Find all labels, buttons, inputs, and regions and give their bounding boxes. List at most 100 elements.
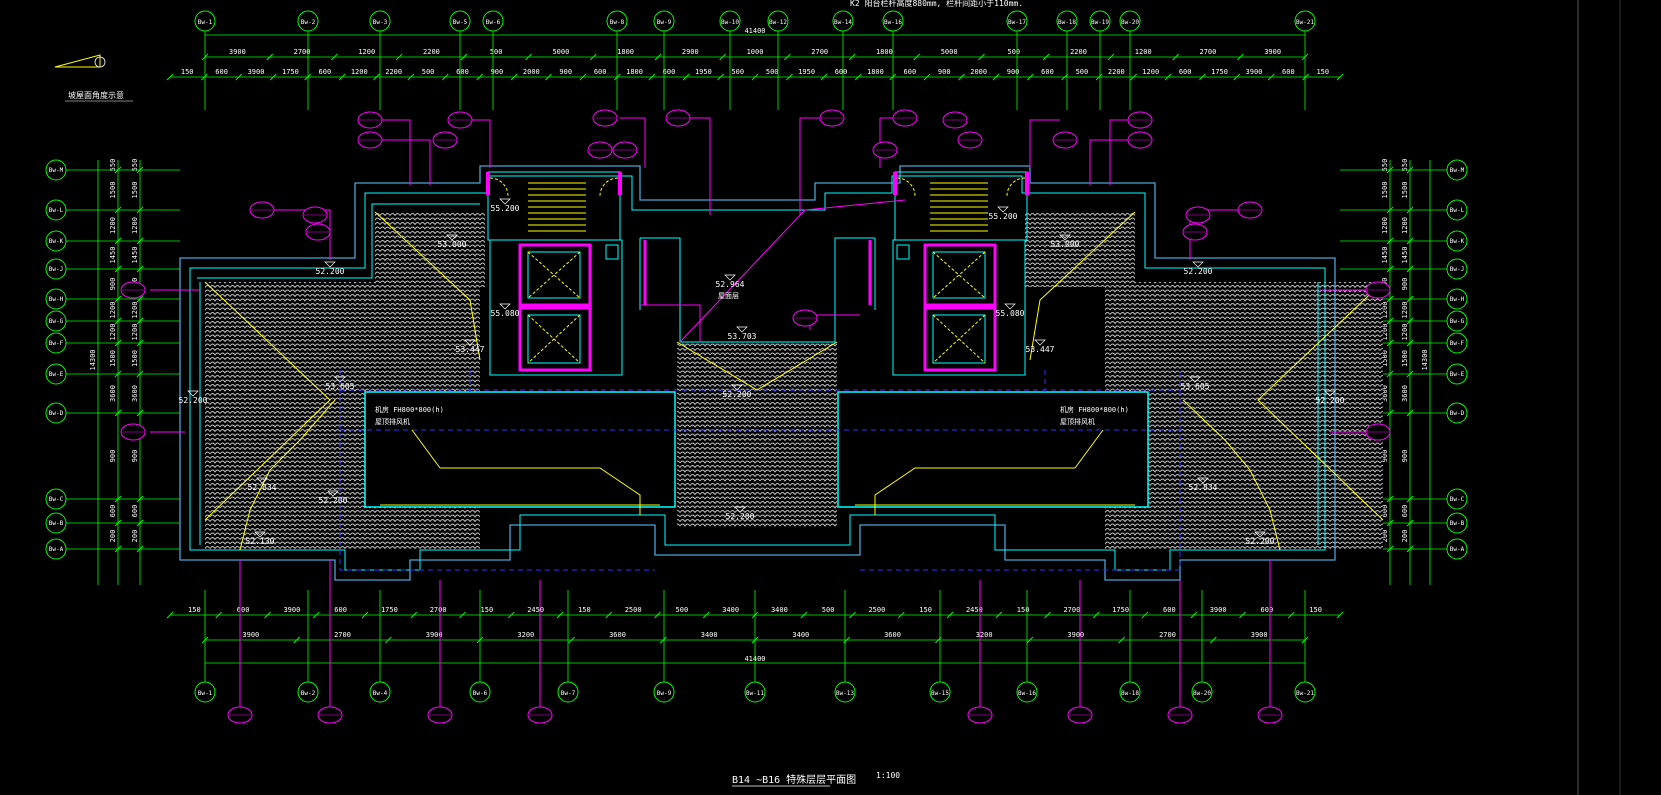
grid-label-bottom: Bw-16 xyxy=(1018,690,1036,697)
dim-bottom-2-text: 3900 xyxy=(1067,631,1084,639)
dim-left-1-text: 1200 xyxy=(109,324,117,341)
dim-top-2-text: 600 xyxy=(1179,68,1192,76)
dim-bottom-1-text: 600 xyxy=(334,606,347,614)
elevation-value: 53.447 xyxy=(456,345,485,354)
dim-left-1-text: 200 xyxy=(109,530,117,543)
elevation-value: 55.200 xyxy=(989,212,1018,221)
elevation-value: 52.200 xyxy=(723,390,752,399)
elevation-value: 53.000 xyxy=(438,240,467,249)
dim-top-2-text: 600 xyxy=(904,68,917,76)
dim-bottom-2-text: 2700 xyxy=(1159,631,1176,639)
dim-bottom-1-text: 150 xyxy=(188,606,201,614)
dim-bottom-1-text: 2500 xyxy=(625,606,642,614)
grid-label-top: Bw-14 xyxy=(834,19,852,26)
dim-bottom-1-text: 3400 xyxy=(771,606,788,614)
top-note: K2 阳台栏杆高度880mm, 栏杆间距小于110mm. xyxy=(850,0,1023,8)
dim-bottom-1-text: 3900 xyxy=(1210,606,1227,614)
grid-label-left: Bw-G xyxy=(49,318,64,325)
dim-left-1-text: 1200 xyxy=(109,217,117,234)
dim-right-2-text: 3600 xyxy=(1401,385,1409,402)
dim-top-2-text: 150 xyxy=(181,68,194,76)
grid-label-right: Bw-H xyxy=(1450,296,1465,303)
equip-note-left: 机房 FH800*800(h) xyxy=(375,405,444,414)
dim-left-2-text: 1200 xyxy=(131,324,139,341)
dim-bottom-1-text: 3400 xyxy=(722,606,739,614)
dim-right-2-text: 900 xyxy=(1401,450,1409,463)
dim-top-2-text: 600 xyxy=(663,68,676,76)
grid-label-right: Bw-J xyxy=(1450,266,1464,273)
dim-right-2-text: 1450 xyxy=(1401,247,1409,264)
dim-bottom-1-text: 600 xyxy=(1261,606,1274,614)
grid-label-bottom: Bw-21 xyxy=(1296,690,1314,697)
dim-bottom-1-text: 150 xyxy=(578,606,591,614)
dim-top-2-text: 600 xyxy=(1282,68,1295,76)
grid-label-right: Bw-D xyxy=(1450,410,1465,417)
dim-bottom-2-text: 3600 xyxy=(609,631,626,639)
drawing-title: B14 ~B16 特殊层层平面图 xyxy=(732,773,856,786)
dim-top-1-text: 2200 xyxy=(1070,48,1087,56)
grid-label-top: Bw-9 xyxy=(657,19,672,26)
grid-label-bottom: Bw-9 xyxy=(657,690,672,697)
grid-label-bottom: Bw-11 xyxy=(746,690,764,697)
elevation-value: 52.200 xyxy=(179,396,208,405)
grid-label-top: Bw-10 xyxy=(721,19,739,26)
dim-top-1-text: 1800 xyxy=(617,48,634,56)
dim-top-2-text: 1800 xyxy=(626,68,643,76)
elevation-value: 53.000 xyxy=(1051,240,1080,249)
elevation-value: 55.080 xyxy=(491,309,520,318)
dim-left-1-text: 1200 xyxy=(109,302,117,319)
grid-label-top: Bw-1 xyxy=(198,19,213,26)
dim-bottom-1-text: 150 xyxy=(1017,606,1030,614)
grid-label-left: Bw-K xyxy=(49,238,64,245)
elevation-value: 52.200 xyxy=(1184,267,1213,276)
grid-label-left: Bw-A xyxy=(49,546,64,553)
dim-top-1-text: 2700 xyxy=(811,48,828,56)
dim-top-2-text: 600 xyxy=(215,68,228,76)
core-left xyxy=(486,171,623,376)
grid-label-bottom: Bw-7 xyxy=(561,690,576,697)
grid-label-right: Bw-A xyxy=(1450,546,1465,553)
dim-bottom-1-text: 150 xyxy=(481,606,494,614)
dim-top-2-text: 600 xyxy=(835,68,848,76)
dim-left-2-text: 1500 xyxy=(131,182,139,199)
grid-label-right: Bw-L xyxy=(1450,207,1465,214)
grid-label-left: Bw-F xyxy=(49,340,64,347)
grid-label-left: Bw-L xyxy=(49,207,64,214)
grid-label-right: Bw-B xyxy=(1450,520,1465,527)
grid-label-top: Bw-12 xyxy=(769,19,787,26)
dim-top-2-text: 1200 xyxy=(1142,68,1159,76)
elevation-value: 52.964 xyxy=(716,280,745,289)
dim-left-2-text: 200 xyxy=(131,530,139,543)
grid-label-left: Bw-M xyxy=(49,167,64,174)
equip-sub-right: 屋顶排风机 xyxy=(1060,417,1095,426)
elevation-value: 52.834 xyxy=(1189,483,1218,492)
dim-bottom-1-text: 2700 xyxy=(430,606,447,614)
grid-label-left: Bw-E xyxy=(49,371,64,378)
section-label: 坡屋面角度示意 xyxy=(68,90,124,100)
dim-top-2-text: 2200 xyxy=(1108,68,1125,76)
grid-label-top: Bw-19 xyxy=(1091,19,1109,26)
dim-bottom-1-text: 3900 xyxy=(283,606,300,614)
elevation-value: 52.130 xyxy=(246,537,275,546)
dim-top-1-text: 2200 xyxy=(423,48,440,56)
roof-tile-right-upper xyxy=(1025,212,1135,287)
dim-top-1-text: 2700 xyxy=(1200,48,1217,56)
elevation-value: 53.605 xyxy=(326,382,355,391)
dim-bottom-2-text: 2700 xyxy=(334,631,351,639)
title-block: B14 ~B16 特殊层层平面图 1:100 xyxy=(732,771,900,787)
elevation-value: 53.605 xyxy=(1181,382,1210,391)
dim-bottom-1-text: 150 xyxy=(1309,606,1322,614)
dim-bottom-1-text: 2450 xyxy=(527,606,544,614)
dim-top-1-text: 3900 xyxy=(1264,48,1281,56)
dim-left-1-text: 900 xyxy=(109,278,117,291)
grid-label-right: Bw-G xyxy=(1450,318,1465,325)
dim-right-2-text: 1500 xyxy=(1401,350,1409,367)
elevation-value: 53.703 xyxy=(728,332,757,341)
dim-top-2-text: 150 xyxy=(1316,68,1329,76)
dim-top-2-text: 600 xyxy=(319,68,332,76)
elevation-value: 53.447 xyxy=(1026,345,1055,354)
dim-top-2-text: 500 xyxy=(766,68,779,76)
dim-right-2-text: 200 xyxy=(1401,530,1409,543)
drawing-scale: 1:100 xyxy=(876,771,900,780)
dim-top-1-text: 1800 xyxy=(876,48,893,56)
